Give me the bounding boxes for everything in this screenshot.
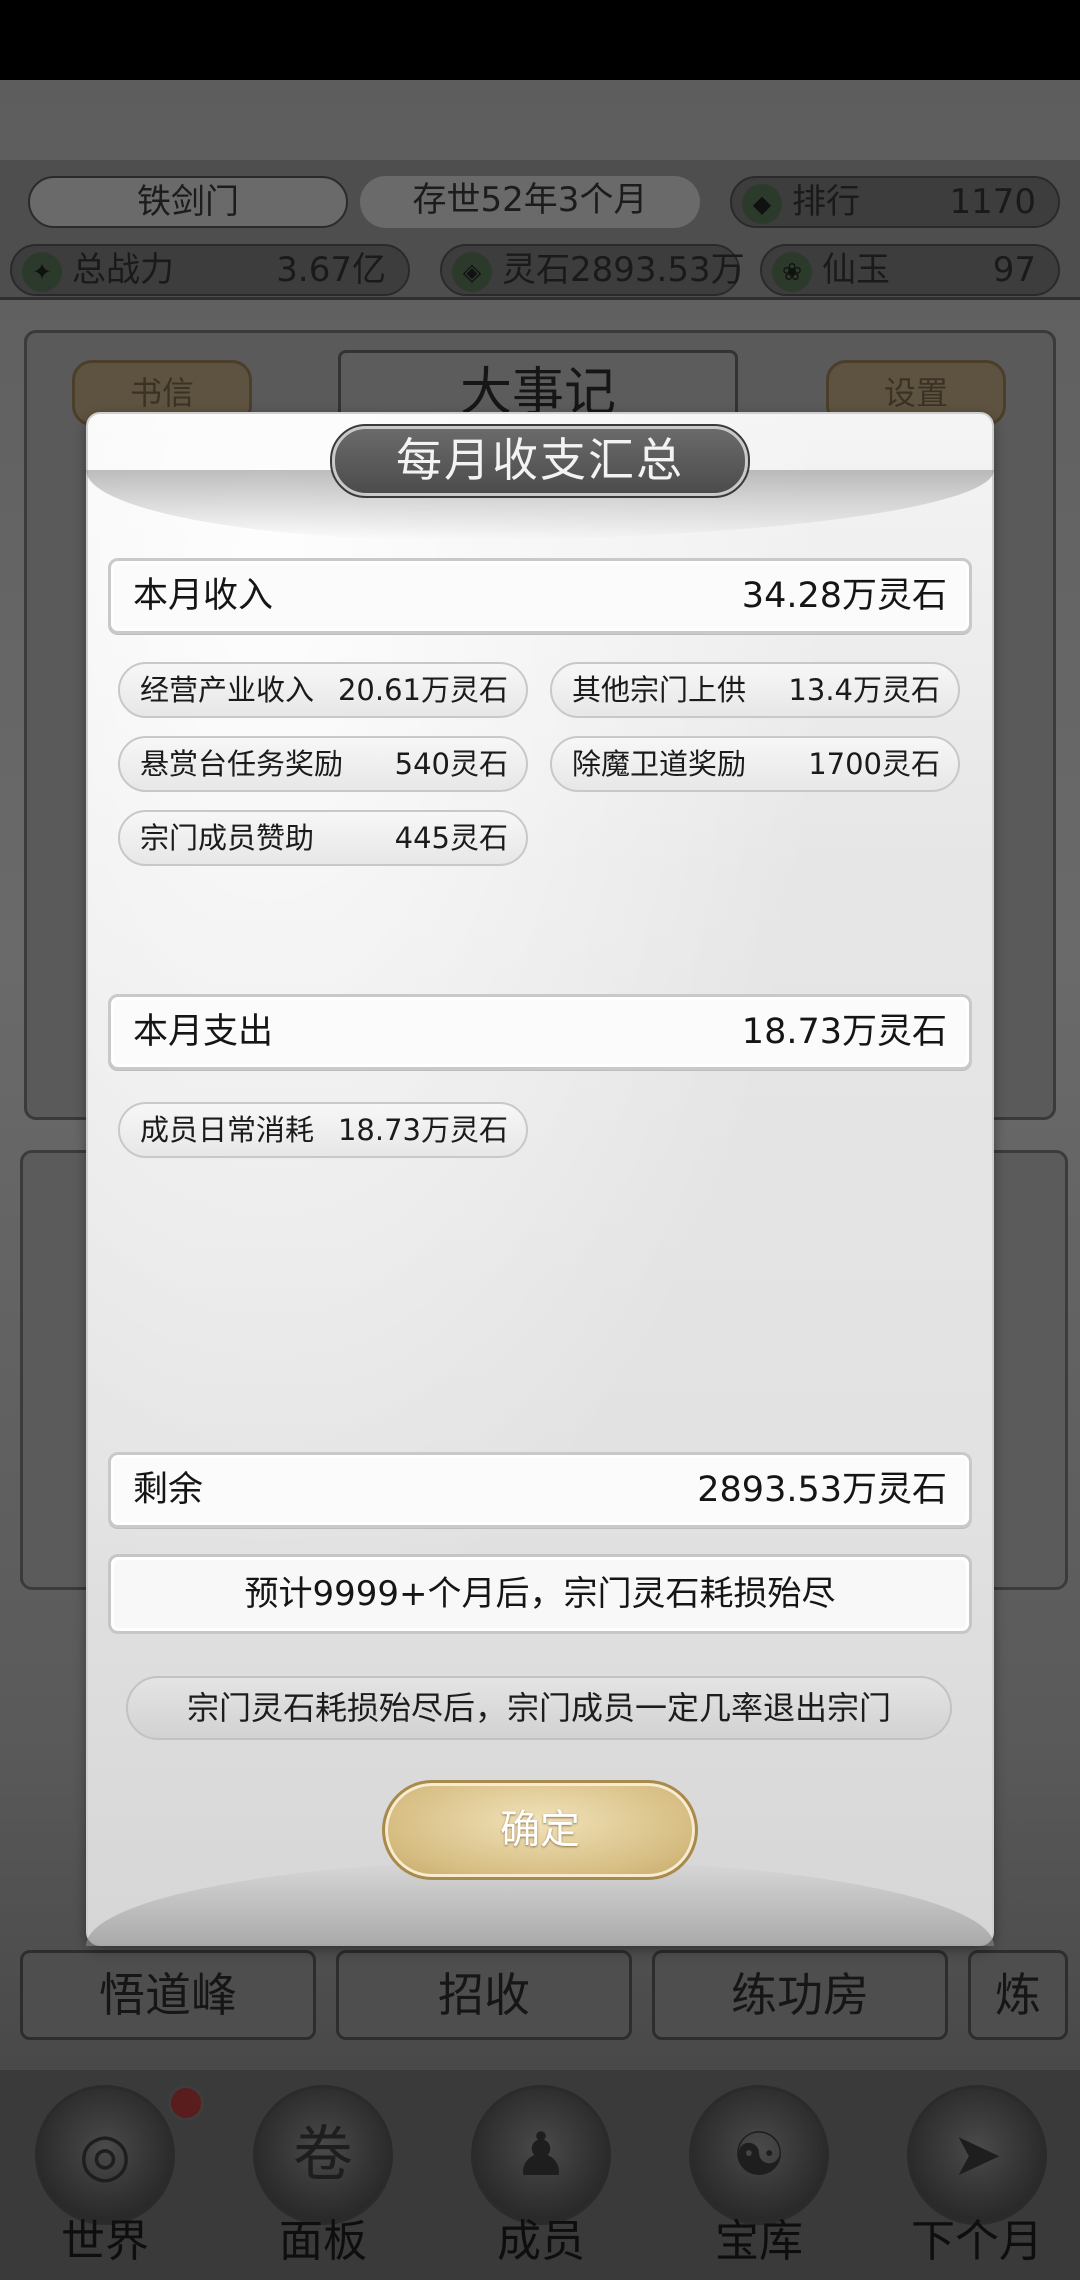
nav-next-month-label: 下个月 bbox=[911, 2216, 1043, 2267]
nav-world-label: 世界 bbox=[61, 2216, 149, 2267]
rank-value: 1170 bbox=[949, 182, 1036, 222]
income-item-label: 经营产业收入 bbox=[140, 673, 315, 707]
income-item-label: 其他宗门上供 bbox=[572, 673, 747, 707]
nav-treasury-label: 宝库 bbox=[715, 2216, 803, 2267]
expense-total: 18.73万灵石 bbox=[741, 1012, 947, 1052]
scroll-icon: 卷 bbox=[253, 2085, 393, 2225]
jade-label: 仙玉 bbox=[822, 250, 890, 290]
income-item: 其他宗门上供 13.4万灵石 bbox=[550, 662, 960, 718]
power-label: 总战力 bbox=[72, 250, 174, 290]
next-month-icon: ➤ bbox=[907, 2085, 1047, 2225]
income-label: 本月收入 bbox=[133, 576, 274, 616]
spirit-stone-display: ◈ 灵石2893.53万 bbox=[440, 244, 745, 296]
income-item-value: 445灵石 bbox=[394, 821, 508, 855]
expense-total-row: 本月支出 18.73万灵石 bbox=[108, 994, 972, 1070]
nav-members-label: 成员 bbox=[497, 2216, 585, 2267]
income-item-value: 1700灵石 bbox=[808, 747, 940, 781]
expense-item-label: 成员日常消耗 bbox=[140, 1113, 315, 1147]
building-label[interactable]: 招收 bbox=[336, 1950, 632, 2040]
income-item-label: 除魔卫道奖励 bbox=[572, 747, 747, 781]
confirm-button[interactable]: 确定 bbox=[382, 1780, 698, 1880]
income-total-row: 本月收入 34.28万灵石 bbox=[108, 558, 972, 634]
remaining-value: 2893.53万灵石 bbox=[697, 1470, 947, 1510]
power-icon: ✦ bbox=[22, 252, 62, 292]
power-value: 3.67亿 bbox=[276, 250, 386, 290]
yin-yang-icon: ☯ bbox=[689, 2085, 829, 2225]
status-bar bbox=[0, 0, 1080, 80]
sect-name[interactable]: 铁剑门 bbox=[28, 176, 348, 228]
rank-display[interactable]: ◆ 排行 1170 bbox=[730, 176, 1060, 228]
building-label[interactable]: 炼 bbox=[968, 1950, 1068, 2040]
combat-power-display: ✦ 总战力 3.67亿 bbox=[10, 244, 410, 296]
sect-age: 存世52年3个月 bbox=[360, 176, 700, 228]
spirit-stone-icon: ◈ bbox=[452, 252, 492, 292]
nav-next-month[interactable]: ➤ 下个月 bbox=[882, 2085, 1072, 2275]
remaining-label: 剩余 bbox=[133, 1470, 204, 1510]
remaining-row: 剩余 2893.53万灵石 bbox=[108, 1452, 972, 1528]
expense-item-value: 18.73万灵石 bbox=[337, 1113, 508, 1147]
rank-icon: ◆ bbox=[742, 184, 782, 224]
building-label[interactable]: 练功房 bbox=[652, 1950, 948, 2040]
member-icon: ♟ bbox=[471, 2085, 611, 2225]
nav-treasury[interactable]: ☯ 宝库 bbox=[664, 2085, 854, 2275]
rank-label: 排行 bbox=[792, 182, 860, 222]
nav-members[interactable]: ♟ 成员 bbox=[446, 2085, 636, 2275]
income-item-label: 宗门成员赞助 bbox=[140, 821, 315, 855]
depletion-warning: 宗门灵石耗损殆尽后，宗门成员一定几率退出宗门 bbox=[126, 1676, 952, 1740]
nav-panel[interactable]: 卷 面板 bbox=[228, 2085, 418, 2275]
spirit-stone-text: 灵石2893.53万 bbox=[502, 250, 745, 290]
income-item: 悬赏台任务奖励 540灵石 bbox=[118, 736, 528, 792]
building-label[interactable]: 悟道峰 bbox=[20, 1950, 316, 2040]
income-item-value: 20.61万灵石 bbox=[337, 673, 508, 707]
jade-display: ❀ 仙玉 97 bbox=[760, 244, 1060, 296]
income-item-label: 悬赏台任务奖励 bbox=[140, 747, 344, 781]
income-item: 经营产业收入 20.61万灵石 bbox=[118, 662, 528, 718]
income-total: 34.28万灵石 bbox=[741, 576, 947, 616]
jade-icon: ❀ bbox=[772, 252, 812, 292]
income-item: 宗门成员赞助 445灵石 bbox=[118, 810, 528, 866]
world-icon: ◎ bbox=[35, 2085, 175, 2225]
nav-panel-label: 面板 bbox=[279, 2216, 367, 2267]
dialog-title: 每月收支汇总 bbox=[330, 424, 750, 498]
expense-label: 本月支出 bbox=[133, 1012, 274, 1052]
jade-value: 97 bbox=[992, 250, 1036, 290]
expense-item: 成员日常消耗 18.73万灵石 bbox=[118, 1102, 528, 1158]
notification-dot bbox=[168, 2085, 204, 2121]
income-item-value: 540灵石 bbox=[394, 747, 508, 781]
income-item-value: 13.4万灵石 bbox=[788, 673, 940, 707]
income-item: 除魔卫道奖励 1700灵石 bbox=[550, 736, 960, 792]
depletion-forecast: 预计9999+个月后，宗门灵石耗损殆尽 bbox=[108, 1554, 972, 1634]
